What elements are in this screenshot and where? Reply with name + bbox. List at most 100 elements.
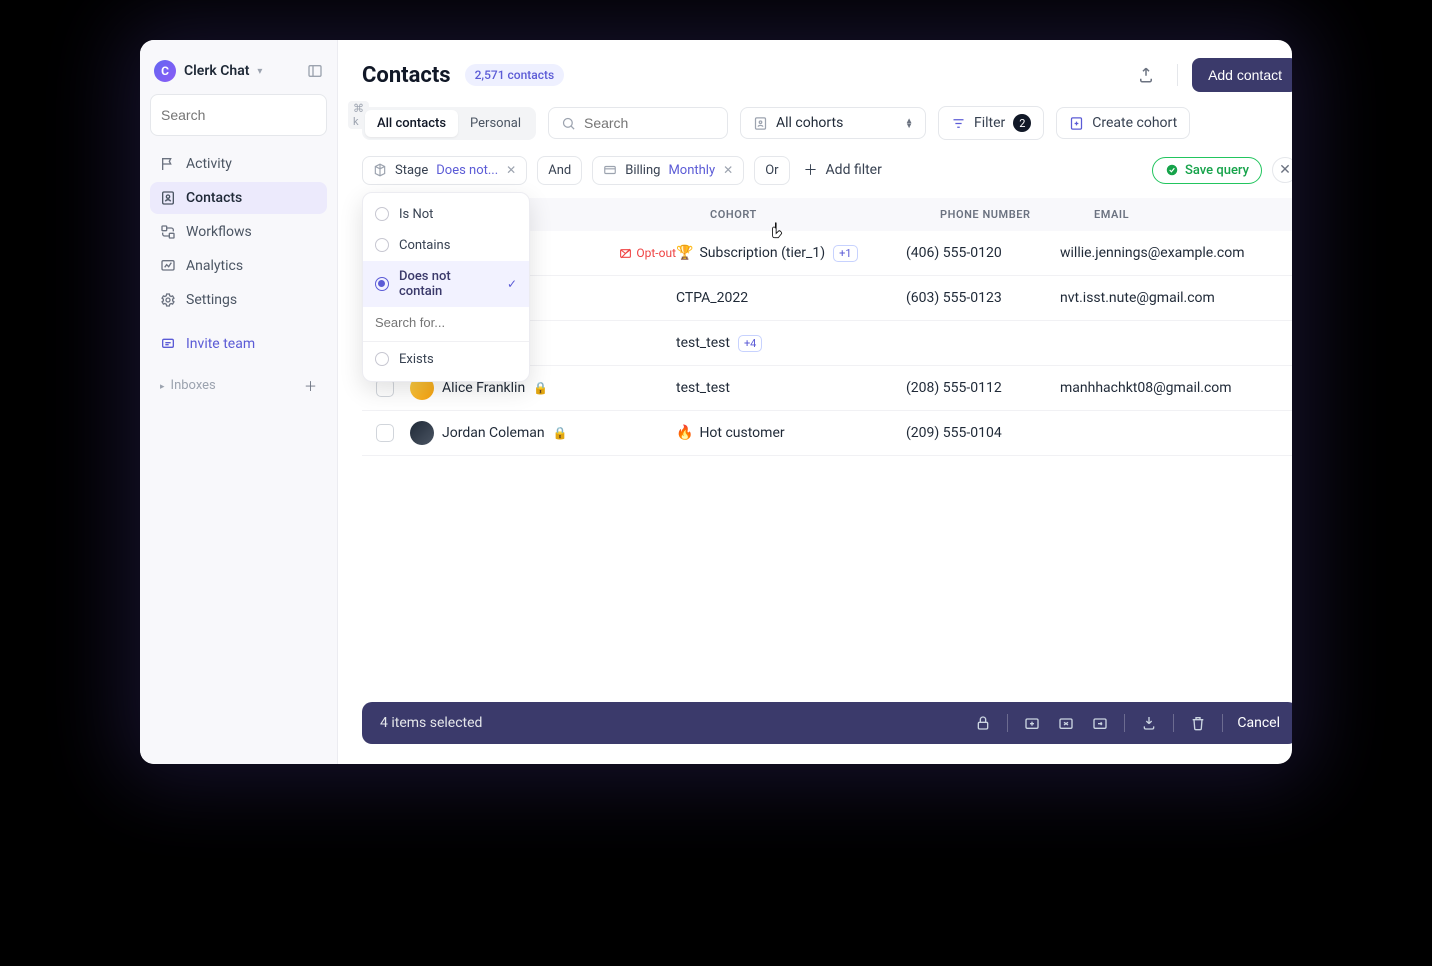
sidebar-item-activity[interactable]: Activity bbox=[150, 148, 327, 180]
view-tabs: All contacts Personal bbox=[362, 107, 536, 140]
dropdown-label: Exists bbox=[399, 352, 434, 367]
export-icon[interactable] bbox=[1129, 58, 1163, 92]
create-cohort-icon bbox=[1069, 116, 1084, 131]
dropdown-label: Does not contain bbox=[399, 269, 497, 299]
folder-move-icon[interactable] bbox=[1090, 715, 1110, 731]
chip-label: And bbox=[548, 163, 571, 178]
create-cohort-button[interactable]: Create cohort bbox=[1056, 107, 1190, 139]
chip-remove-icon[interactable]: ✕ bbox=[723, 163, 733, 177]
selection-count: 4 items selected bbox=[380, 715, 482, 731]
phone-value: (209) 555-0104 bbox=[906, 425, 1060, 441]
sidebar-search[interactable]: ⌘ k bbox=[150, 94, 327, 136]
filter-count-badge: 2 bbox=[1013, 114, 1031, 132]
nav-label: Contacts bbox=[186, 190, 242, 206]
chip-remove-icon[interactable]: ✕ bbox=[506, 163, 516, 177]
panel-toggle-icon[interactable] bbox=[307, 63, 323, 79]
sidebar-inboxes[interactable]: ▸Inboxes ＋ bbox=[150, 366, 327, 395]
dropdown-search-input[interactable] bbox=[375, 315, 517, 330]
sidebar-item-analytics[interactable]: Analytics bbox=[150, 250, 327, 282]
save-query-button[interactable]: Save query bbox=[1152, 157, 1262, 184]
divider bbox=[363, 341, 529, 342]
app-window: C Clerk Chat ▾ ⌘ k Activity Contacts Wor… bbox=[140, 40, 1292, 764]
triangle-right-icon: ▸ bbox=[160, 382, 165, 392]
filter-button[interactable]: Filter 2 bbox=[938, 106, 1044, 140]
cohort-select[interactable]: All cohorts ▲▼ bbox=[740, 107, 926, 139]
more-cohorts-badge[interactable]: +4 bbox=[738, 335, 762, 352]
download-icon[interactable] bbox=[1139, 715, 1159, 731]
tab-all-contacts[interactable]: All contacts bbox=[365, 110, 458, 137]
chip-label: Stage bbox=[395, 163, 428, 178]
close-filters-button[interactable]: ✕ bbox=[1272, 157, 1292, 183]
plus-icon[interactable]: ＋ bbox=[304, 376, 317, 395]
dropdown-opt-is-not[interactable]: Is Not bbox=[363, 199, 529, 230]
dropdown-opt-does-not-contain[interactable]: Does not contain ✓ bbox=[363, 261, 529, 307]
phone-value: (603) 555-0123 bbox=[906, 290, 1060, 306]
invite-icon bbox=[160, 336, 176, 352]
trophy-icon: 🏆 bbox=[676, 245, 693, 261]
lock-icon: 🔒 bbox=[553, 426, 568, 440]
dropdown-opt-exists[interactable]: Exists bbox=[363, 344, 529, 375]
more-cohorts-badge[interactable]: +1 bbox=[833, 245, 857, 262]
fire-icon: 🔥 bbox=[676, 425, 693, 441]
check-icon: ✓ bbox=[507, 277, 517, 291]
nav-label: Workflows bbox=[186, 224, 252, 240]
brand-switcher[interactable]: C Clerk Chat ▾ bbox=[150, 56, 327, 94]
cancel-selection-button[interactable]: Cancel bbox=[1237, 715, 1280, 731]
cohort-value: CTPA_2022 bbox=[676, 290, 748, 306]
add-filter-button[interactable]: ＋ Add filter bbox=[800, 154, 886, 186]
cohort-value: All cohorts bbox=[776, 115, 843, 131]
sidebar-search-input[interactable] bbox=[161, 107, 342, 123]
col-cohort: COHORT bbox=[710, 208, 940, 221]
sidebar-item-invite[interactable]: Invite team bbox=[150, 328, 327, 360]
cohort-value: test_test bbox=[676, 380, 730, 396]
analytics-icon bbox=[160, 258, 176, 274]
sidebar-item-workflows[interactable]: Workflows bbox=[150, 216, 327, 248]
brand-name: Clerk Chat bbox=[184, 63, 249, 79]
lock-icon[interactable] bbox=[973, 715, 993, 731]
row-checkbox[interactable] bbox=[376, 379, 394, 397]
tab-personal[interactable]: Personal bbox=[458, 110, 533, 137]
folder-add-icon[interactable] bbox=[1022, 715, 1042, 731]
nav: Activity Contacts Workflows Analytics Se… bbox=[150, 148, 327, 360]
gear-icon bbox=[160, 292, 176, 308]
optout-badge: Opt-out bbox=[619, 246, 676, 260]
email-value: willie.jennings@example.com bbox=[1060, 245, 1250, 261]
col-email: EMAIL bbox=[1094, 208, 1284, 221]
toolbar-search-input[interactable] bbox=[584, 115, 765, 131]
trash-icon[interactable] bbox=[1188, 715, 1208, 731]
toolbar: All contacts Personal All cohorts ▲▼ bbox=[338, 106, 1292, 154]
divider bbox=[1177, 64, 1178, 86]
sidebar-item-settings[interactable]: Settings bbox=[150, 284, 327, 316]
email-value: nvt.isst.nute@gmail.com bbox=[1060, 290, 1250, 306]
filter-chip-stage[interactable]: Stage Does not... ✕ bbox=[362, 156, 527, 185]
selection-bar: 4 items selected Cancel bbox=[362, 702, 1292, 744]
add-contact-button[interactable]: Add contact bbox=[1192, 58, 1292, 92]
filter-icon bbox=[951, 116, 966, 131]
lock-icon: 🔒 bbox=[533, 381, 548, 395]
filter-op-and[interactable]: And bbox=[537, 156, 582, 185]
chip-label: Or bbox=[765, 163, 778, 178]
filter-op-or[interactable]: Or bbox=[754, 156, 789, 185]
sidebar-item-contacts[interactable]: Contacts bbox=[150, 182, 327, 214]
filter-chip-billing[interactable]: Billing Monthly ✕ bbox=[592, 156, 744, 185]
row-checkbox[interactable] bbox=[376, 424, 394, 442]
dropdown-opt-contains[interactable]: Contains bbox=[363, 230, 529, 261]
toolbar-search[interactable] bbox=[548, 107, 728, 139]
folder-remove-icon[interactable] bbox=[1056, 715, 1076, 731]
save-query-label: Save query bbox=[1185, 163, 1249, 178]
contacts-icon bbox=[160, 190, 176, 206]
table-row[interactable]: Jordan Coleman 🔒 🔥 Hot customer (209) 555… bbox=[362, 411, 1292, 456]
cohort-value: Hot customer bbox=[699, 425, 784, 441]
filter-label: Filter bbox=[974, 115, 1005, 131]
page-title: Contacts bbox=[362, 63, 451, 88]
contact-name: Jordan Coleman bbox=[442, 425, 545, 441]
chip-value: Monthly bbox=[668, 163, 715, 178]
dropdown-search[interactable] bbox=[363, 307, 529, 339]
nav-label: Analytics bbox=[186, 258, 243, 274]
plus-icon: ＋ bbox=[804, 160, 818, 180]
dropdown-label: Contains bbox=[399, 238, 450, 253]
dropdown-label: Is Not bbox=[399, 207, 433, 222]
cohort-value: Subscription (tier_1) bbox=[699, 245, 825, 261]
main: Contacts 2,571 contacts Add contact All … bbox=[338, 40, 1292, 764]
workflow-icon bbox=[160, 224, 176, 240]
